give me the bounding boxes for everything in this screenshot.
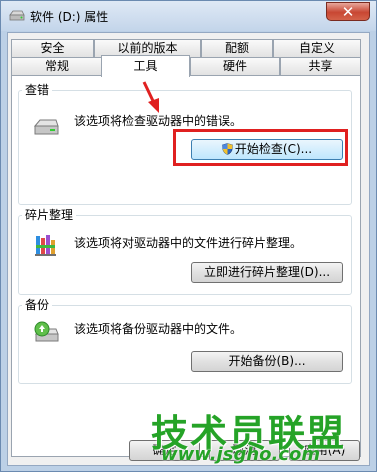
defragment-now-label: 立即进行碎片整理(D)... — [203, 265, 331, 279]
error-check-title: 查错 — [22, 81, 53, 98]
tab-customize[interactable]: 自定义 — [273, 39, 361, 57]
window-title: 软件 (D:) 属性 — [30, 10, 109, 24]
backup-now-label: 开始备份(B)... — [228, 354, 306, 368]
defrag-icon — [35, 235, 56, 256]
close-button[interactable]: ✕ — [326, 2, 370, 21]
tab-tools[interactable]: 工具 — [101, 55, 190, 77]
backup-icon — [34, 321, 59, 342]
backup-description: 该选项将备份驱动器中的文件。 — [74, 322, 243, 336]
drive-icon — [9, 10, 25, 21]
defrag-title: 碎片整理 — [22, 206, 77, 223]
tab-general[interactable]: 常规 — [11, 57, 103, 75]
backup-group: 备份 该选项将备份驱动器中的文件。 开始备份(B)... — [18, 296, 352, 384]
tab-sharing[interactable]: 共享 — [280, 57, 361, 75]
defrag-group: 碎片整理 该选项将对驱动器中的文件进行碎片整理。 立即进行碎片整理(D)... — [18, 206, 352, 295]
tab-security[interactable]: 安全 — [11, 39, 94, 57]
defrag-description: 该选项将对驱动器中的文件进行碎片整理。 — [74, 236, 303, 250]
tab-hardware[interactable]: 硬件 — [190, 57, 280, 75]
highlight-box — [173, 129, 348, 166]
defragment-now-button[interactable]: 立即进行碎片整理(D)... — [191, 262, 343, 283]
backup-now-button[interactable]: 开始备份(B)... — [191, 351, 343, 372]
tab-quota[interactable]: 配额 — [201, 39, 273, 57]
properties-window: 软件 (D:) 属性 ✕ 安全 以前的版本 配额 自定义 常规 工具 硬件 共享… — [0, 0, 377, 472]
red-arrow-icon — [142, 81, 159, 113]
close-icon: ✕ — [341, 3, 355, 21]
watermark-url: www.jsgho.com — [161, 444, 321, 465]
dialog-client: 安全 以前的版本 配额 自定义 常规 工具 硬件 共享 查错 该选项将检查驱动器… — [7, 32, 370, 466]
hard-drive-icon — [33, 119, 59, 135]
title-bar[interactable]: 软件 (D:) 属性 ✕ — [1, 1, 376, 31]
backup-title: 备份 — [22, 296, 53, 313]
